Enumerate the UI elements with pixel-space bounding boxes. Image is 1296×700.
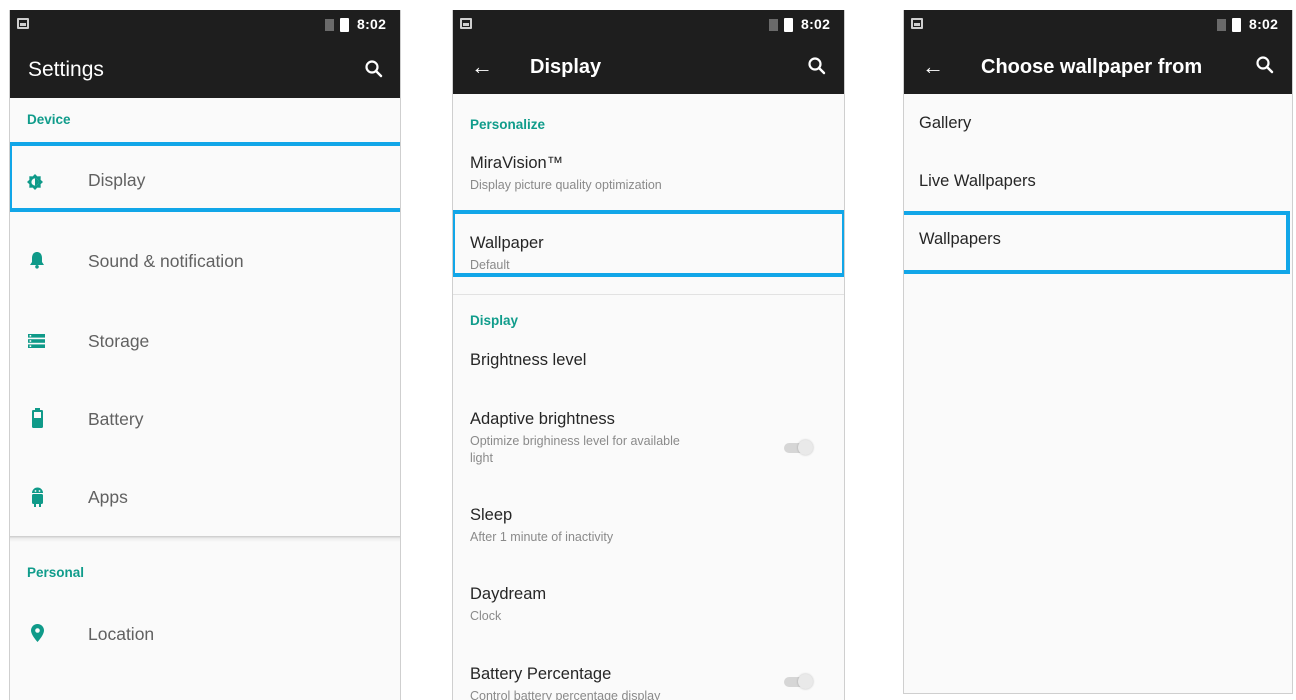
battery-icon <box>32 408 43 428</box>
status-bar: 8:02 <box>10 10 400 40</box>
wallpaper-option-label: Live Wallpapers <box>919 172 1036 190</box>
status-bar: 8:02 <box>904 10 1292 40</box>
setting-title: Adaptive brightness <box>470 410 615 428</box>
brightness-icon <box>27 174 43 190</box>
image-notification-icon <box>911 18 923 29</box>
image-notification-icon <box>460 18 472 29</box>
wallpaper-option-gallery[interactable]: Gallery <box>904 96 1292 154</box>
settings-item-label: Battery <box>88 409 144 429</box>
setting-subtitle: After 1 minute of inactivity <box>470 530 614 544</box>
setting-subtitle-line2: light <box>470 451 493 465</box>
app-bar: ← Choose wallpaper from <box>904 40 1292 94</box>
search-icon[interactable] <box>1255 55 1275 75</box>
settings-item-label: Display <box>88 170 146 190</box>
signal-icon <box>769 19 778 31</box>
setting-wallpaper[interactable]: Wallpaper Default <box>453 212 844 276</box>
app-bar: Settings <box>10 40 400 98</box>
display-screen: 8:02 ← Display Personalize MiraVision™ D… <box>452 10 845 700</box>
wallpaper-option-wallpapers[interactable]: Wallpapers <box>904 212 1292 272</box>
setting-adaptive-brightness[interactable]: Adaptive brightness Optimize brighiness … <box>453 400 844 480</box>
setting-title: Daydream <box>470 585 547 603</box>
section-device: Device <box>27 112 71 127</box>
setting-title: MiraVision™ <box>470 154 564 172</box>
settings-item-label: Storage <box>88 331 150 351</box>
image-notification-icon <box>17 18 29 29</box>
page-title: Display <box>530 56 602 78</box>
section-personalize: Personalize <box>470 117 546 132</box>
setting-daydream[interactable]: Daydream Clock <box>453 578 844 640</box>
search-icon[interactable] <box>364 59 384 79</box>
app-bar: ← Display <box>453 40 844 94</box>
signal-icon <box>325 19 334 31</box>
settings-item-storage[interactable]: Storage <box>10 302 400 380</box>
status-bar: 8:02 <box>453 10 844 40</box>
bell-icon <box>30 252 44 269</box>
settings-item-label: Apps <box>88 487 128 507</box>
section-display: Display <box>470 313 519 328</box>
section-divider <box>453 294 844 295</box>
settings-item-label: Location <box>88 624 155 644</box>
wallpaper-option-live[interactable]: Live Wallpapers <box>904 154 1292 212</box>
settings-item-display[interactable]: Display <box>10 142 400 218</box>
status-time: 8:02 <box>357 16 387 32</box>
setting-subtitle: Default <box>470 258 510 272</box>
setting-battery-percentage[interactable]: Battery Percentage Control battery perce… <box>453 656 844 700</box>
wallpaper-option-label: Gallery <box>919 114 972 132</box>
settings-item-location[interactable]: Location <box>10 594 400 672</box>
page-title: Settings <box>28 58 104 81</box>
setting-sleep[interactable]: Sleep After 1 minute of inactivity <box>453 500 844 562</box>
status-time: 8:02 <box>1249 16 1279 32</box>
choose-wallpaper-screen: 8:02 ← Choose wallpaper from Gallery Liv… <box>903 10 1293 694</box>
setting-subtitle: Clock <box>470 609 502 623</box>
back-arrow-icon[interactable]: ← <box>922 56 944 78</box>
setting-brightness-level[interactable]: Brightness level <box>453 340 844 390</box>
page-title: Choose wallpaper from <box>981 56 1203 78</box>
setting-title: Brightness level <box>470 351 587 369</box>
setting-miravision[interactable]: MiraVision™ Display picture quality opti… <box>453 148 844 210</box>
wallpaper-option-label: Wallpapers <box>919 230 1001 248</box>
setting-subtitle: Optimize brighiness level for available <box>470 434 680 448</box>
adaptive-brightness-toggle[interactable] <box>778 439 814 455</box>
storage-icon <box>28 334 45 348</box>
section-divider <box>10 536 400 542</box>
setting-title: Sleep <box>470 506 513 524</box>
settings-item-label: Sound & notification <box>88 251 244 271</box>
location-pin-icon <box>31 624 44 642</box>
battery-status-icon <box>784 18 793 32</box>
back-arrow-icon[interactable]: ← <box>471 56 493 78</box>
battery-status-icon <box>340 18 349 32</box>
settings-item-sound[interactable]: Sound & notification <box>10 222 400 300</box>
setting-subtitle: Display picture quality optimization <box>470 178 662 192</box>
setting-title: Battery Percentage <box>470 665 612 683</box>
setting-subtitle: Control battery percentage display <box>470 689 661 700</box>
search-icon[interactable] <box>807 56 827 76</box>
section-personal: Personal <box>27 565 85 580</box>
status-time: 8:02 <box>801 16 831 32</box>
battery-status-icon <box>1232 18 1241 32</box>
battery-percentage-toggle[interactable] <box>778 673 814 689</box>
settings-item-battery[interactable]: Battery <box>10 380 400 458</box>
settings-item-apps[interactable]: Apps <box>10 458 400 536</box>
setting-title: Wallpaper <box>470 234 544 252</box>
settings-screen: 8:02 Settings Device Display Sound & not… <box>9 10 401 700</box>
android-icon <box>32 487 43 507</box>
signal-icon <box>1217 19 1226 31</box>
